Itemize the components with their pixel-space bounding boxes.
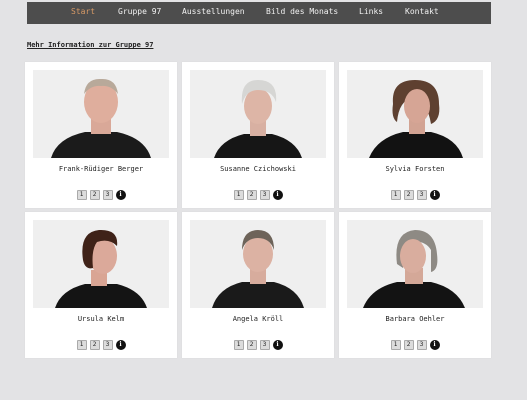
page-3-button[interactable]: 3 <box>102 340 113 350</box>
page-1-button[interactable]: 1 <box>390 340 401 350</box>
page-title[interactable]: Mehr Information zur Gruppe 97 <box>27 41 153 49</box>
image-pager: 1 2 3 i <box>339 190 491 200</box>
page-3-button[interactable]: 3 <box>259 190 270 200</box>
page-2-button[interactable]: 2 <box>246 190 257 200</box>
page-3-button[interactable]: 3 <box>416 340 427 350</box>
image-pager: 1 2 3 i <box>25 190 177 200</box>
member-card[interactable]: Angela Kröll 1 2 3 i <box>182 212 334 358</box>
member-name: Barbara Oehler <box>385 315 445 323</box>
image-pager: 1 2 3 i <box>339 340 491 350</box>
page-3-button[interactable]: 3 <box>416 190 427 200</box>
info-icon[interactable]: i <box>429 190 440 200</box>
info-icon[interactable]: i <box>429 340 440 350</box>
page-1-button[interactable]: 1 <box>390 190 401 200</box>
member-name: Ursula Kelm <box>77 315 125 323</box>
page-2-button[interactable]: 2 <box>246 340 257 350</box>
member-card[interactable]: Frank-Rüdiger Berger 1 2 3 i <box>25 62 177 208</box>
page-2-button[interactable]: 2 <box>89 340 100 350</box>
page-1-button[interactable]: 1 <box>76 190 87 200</box>
info-icon[interactable]: i <box>272 190 283 200</box>
member-name: Susanne Czichowski <box>220 165 296 173</box>
member-card[interactable]: Ursula Kelm 1 2 3 i <box>25 212 177 358</box>
image-pager: 1 2 3 i <box>182 190 334 200</box>
page-3-button[interactable]: 3 <box>102 190 113 200</box>
member-name: Frank-Rüdiger Berger <box>58 165 144 173</box>
member-card[interactable]: Sylvia Forsten 1 2 3 i <box>339 62 491 208</box>
member-photo[interactable] <box>33 220 169 308</box>
member-photo[interactable] <box>347 70 483 158</box>
member-photo[interactable] <box>347 220 483 308</box>
page-2-button[interactable]: 2 <box>89 190 100 200</box>
member-name: Angela Kröll <box>232 315 284 323</box>
nav-item-ausstellungen[interactable]: Ausstellungen <box>182 6 245 18</box>
page-1-button[interactable]: 1 <box>76 340 87 350</box>
image-pager: 1 2 3 i <box>182 340 334 350</box>
member-card[interactable]: Barbara Oehler 1 2 3 i <box>339 212 491 358</box>
member-photo[interactable] <box>33 70 169 158</box>
nav-item-start[interactable]: Start <box>71 6 95 18</box>
member-name: Sylvia Forsten <box>385 165 445 173</box>
page-1-button[interactable]: 1 <box>233 190 244 200</box>
info-icon[interactable]: i <box>115 190 126 200</box>
page-3-button[interactable]: 3 <box>259 340 270 350</box>
nav-item-links[interactable]: Links <box>359 6 383 18</box>
page-1-button[interactable]: 1 <box>233 340 244 350</box>
image-pager: 1 2 3 i <box>25 340 177 350</box>
member-card[interactable]: Susanne Czichowski 1 2 3 i <box>182 62 334 208</box>
page-2-button[interactable]: 2 <box>403 190 414 200</box>
info-icon[interactable]: i <box>115 340 126 350</box>
member-photo[interactable] <box>190 70 326 158</box>
member-photo[interactable] <box>190 220 326 308</box>
nav-item-bild-des-monats[interactable]: Bild des Monats <box>266 6 338 18</box>
info-icon[interactable]: i <box>272 340 283 350</box>
nav-item-gruppe-97[interactable]: Gruppe 97 <box>118 6 161 18</box>
main-nav: Start Gruppe 97 Ausstellungen Bild des M… <box>27 2 491 24</box>
nav-item-kontakt[interactable]: Kontakt <box>405 6 439 18</box>
page-2-button[interactable]: 2 <box>403 340 414 350</box>
